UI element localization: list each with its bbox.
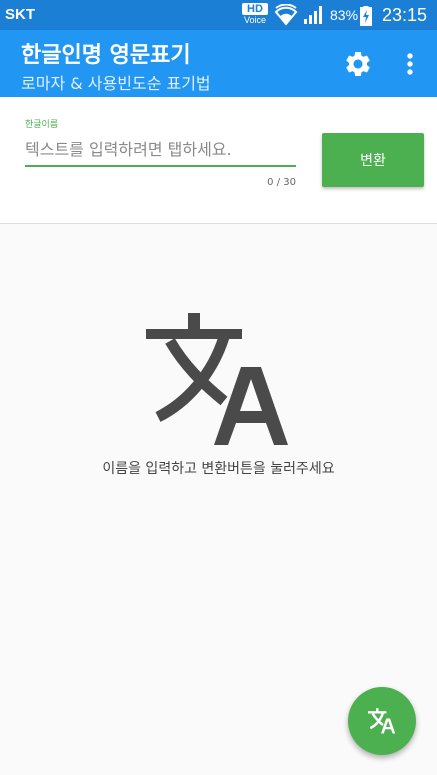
app-bar: 한글인명 영문표기 로마자 & 사용빈도순 표기법: [0, 30, 437, 97]
signal-icon: [304, 6, 322, 24]
voice-label: Voice: [243, 15, 267, 25]
carrier-name: SKT: [5, 6, 35, 23]
settings-button[interactable]: [343, 49, 373, 79]
convert-button[interactable]: 변환: [322, 133, 424, 187]
input-card: 한글이름 0 / 30 변환: [0, 97, 437, 224]
wifi-icon: [274, 4, 298, 26]
translate-icon: [146, 313, 288, 445]
name-input[interactable]: [25, 137, 296, 167]
hd-label: HD: [242, 3, 268, 15]
app-title: 한글인명 영문표기: [21, 43, 191, 68]
more-vert-icon: [407, 53, 413, 75]
hd-voice-icon: HD Voice: [242, 3, 268, 27]
gear-icon: [346, 52, 370, 76]
battery-charging-icon: [360, 6, 372, 26]
character-counter: 0 / 30: [267, 177, 296, 188]
empty-state-message: 이름을 입력하고 변환버튼을 눌러주세요: [102, 461, 335, 477]
clock: 23:15: [382, 5, 428, 25]
name-field-label: 한글이름: [25, 120, 59, 130]
app-subtitle: 로마자 & 사용빈도순 표기법: [21, 74, 211, 93]
battery-percent: 83%: [330, 7, 359, 23]
screen: SKT HD Voice 83% 23:15 한글인명 영문표기 로마자 & 사…: [0, 0, 437, 775]
status-bar: SKT HD Voice 83% 23:15: [0, 0, 437, 30]
translate-fab[interactable]: [348, 687, 416, 755]
overflow-menu-button[interactable]: [398, 49, 422, 79]
translate-icon: [368, 708, 396, 734]
